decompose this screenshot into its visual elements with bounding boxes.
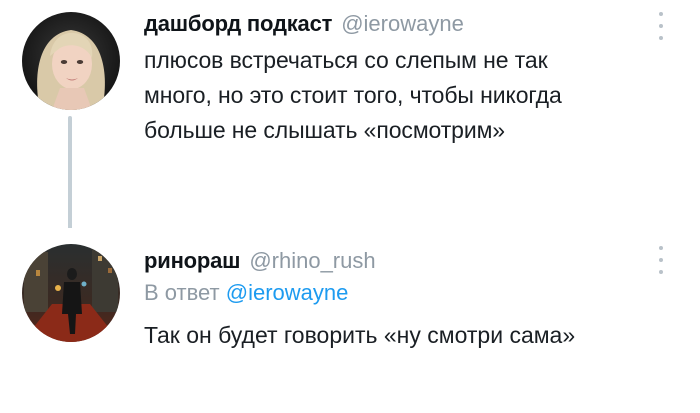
tweet-1-header: дашборд подкаст @ierowayne (144, 11, 464, 37)
user-avatar-night-street-icon (22, 244, 120, 342)
more-options-icon[interactable] (655, 12, 667, 40)
tweet-2-text: Так он будет говорить «ну смотри сама» (144, 322, 576, 348)
author-handle[interactable]: @rhino_rush (249, 248, 375, 274)
reply-prefix: В ответ (144, 280, 220, 305)
more-options-icon[interactable] (655, 246, 667, 274)
tweet-1-text-line-1: плюсов встречаться со слепым не так (144, 47, 548, 73)
tweet-2-header: ринораш @rhino_rush (144, 248, 376, 274)
author-handle[interactable]: @ierowayne (341, 11, 464, 37)
tweet-1-text-line-3: больше не слышать «посмотрим» (144, 117, 505, 143)
replying-to: В ответ @ierowayne (144, 280, 348, 306)
author-name[interactable]: ринораш (144, 248, 241, 274)
reply-to-handle-link[interactable]: @ierowayne (226, 280, 349, 305)
tweet-thread: дашборд подкаст @ierowayne плюсов встреч… (0, 0, 700, 413)
thread-connector-line (68, 116, 72, 244)
author-name[interactable]: дашборд подкаст (144, 11, 332, 37)
user-avatar-blonde-woman-icon (22, 12, 120, 110)
tweet-1-text-line-2: много, но это стоит того, чтобы никогда (144, 82, 562, 108)
avatar[interactable] (22, 12, 120, 110)
avatar[interactable] (22, 244, 120, 342)
tweet-1-text: плюсов встречаться со слепым не так мног… (144, 43, 684, 148)
